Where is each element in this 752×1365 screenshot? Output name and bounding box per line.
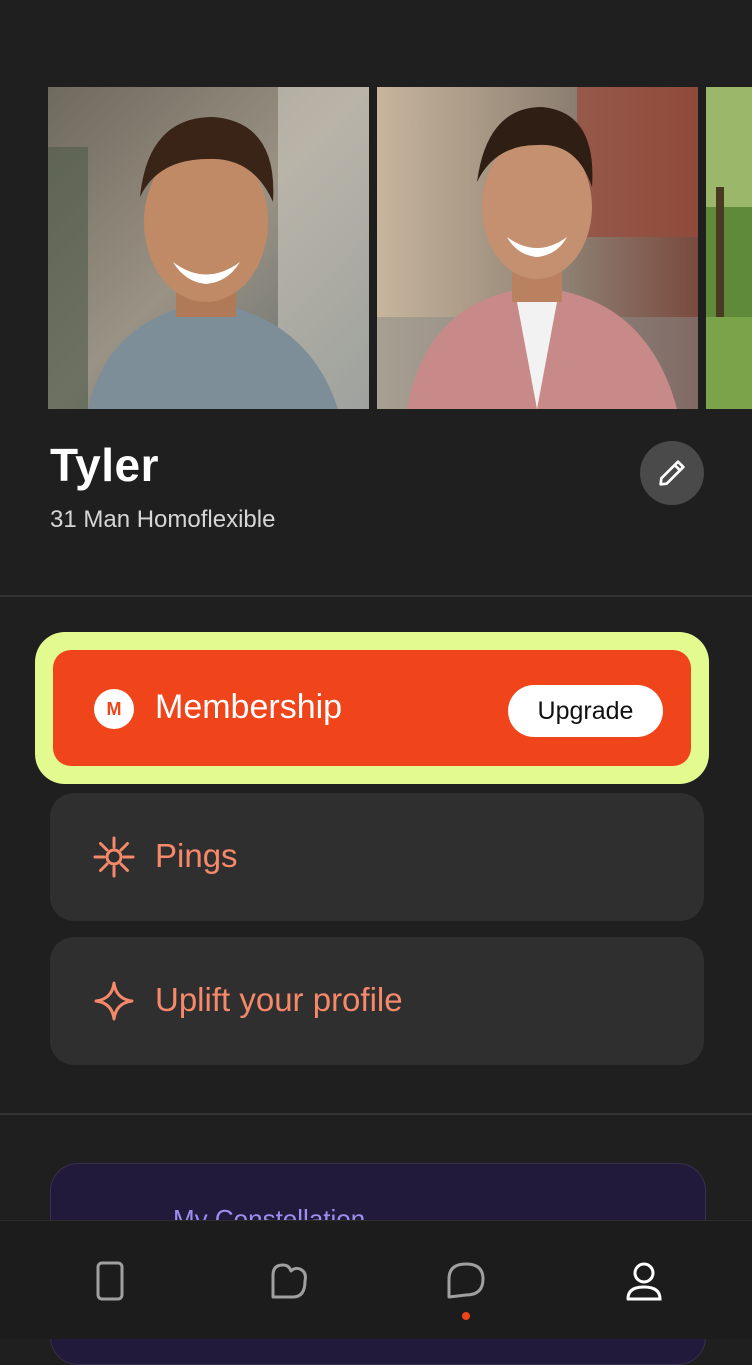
- upgrade-button[interactable]: Upgrade: [508, 685, 663, 737]
- profile-subtitle: 31 Man Homoflexible: [50, 506, 276, 533]
- nav-phone[interactable]: [88, 1259, 132, 1303]
- profile-photo-3[interactable]: [706, 87, 752, 409]
- edit-profile-button[interactable]: [640, 441, 704, 505]
- profile-photo-1[interactable]: [48, 87, 369, 409]
- profile-photo-2[interactable]: [377, 87, 698, 409]
- pencil-icon: [659, 460, 685, 486]
- uplift-card[interactable]: Uplift your profile: [50, 937, 704, 1065]
- person-icon: [626, 1262, 662, 1301]
- chat-bubble-icon: [447, 1262, 485, 1299]
- membership-badge: M: [94, 689, 134, 729]
- pings-label: Pings: [155, 837, 238, 874]
- uplift-label: Uplift your profile: [155, 981, 403, 1018]
- chat-notification-dot: [462, 1312, 470, 1320]
- nav-chat[interactable]: [444, 1259, 488, 1303]
- profile-name: Tyler: [50, 439, 160, 491]
- pings-card[interactable]: Pings: [50, 793, 704, 921]
- asterisk-icon: [93, 836, 135, 878]
- heart-outline-icon: [271, 1263, 307, 1299]
- photo-carousel[interactable]: [48, 87, 752, 409]
- membership-card[interactable]: M Membership Upgrade: [53, 650, 691, 766]
- section-divider: [0, 1113, 752, 1115]
- phone-icon: [96, 1261, 124, 1301]
- bottom-nav: [0, 1220, 752, 1339]
- sparkle-icon: [94, 981, 134, 1021]
- membership-label: Membership: [155, 688, 343, 726]
- nav-profile[interactable]: [622, 1259, 666, 1303]
- section-divider: [0, 595, 752, 597]
- nav-likes[interactable]: [267, 1259, 311, 1303]
